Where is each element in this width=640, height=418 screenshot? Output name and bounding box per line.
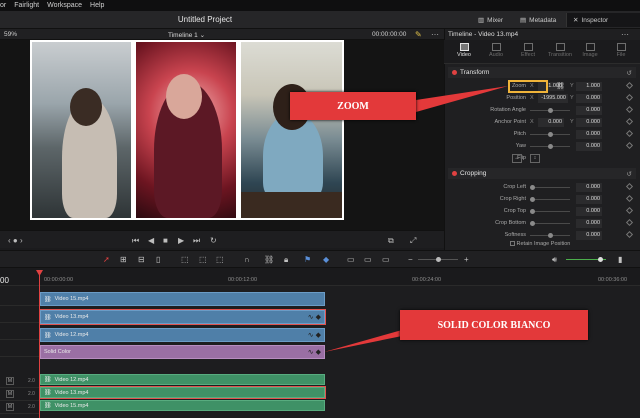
zoom-arrow	[416, 86, 508, 112]
solid-color-arrow	[324, 330, 402, 352]
annotation-arrows	[324, 86, 508, 352]
zoom-highlight-box	[508, 80, 548, 93]
solid-color-callout: SOLID COLOR BIANCO	[400, 310, 588, 340]
zoom-callout: ZOOM	[290, 92, 416, 120]
